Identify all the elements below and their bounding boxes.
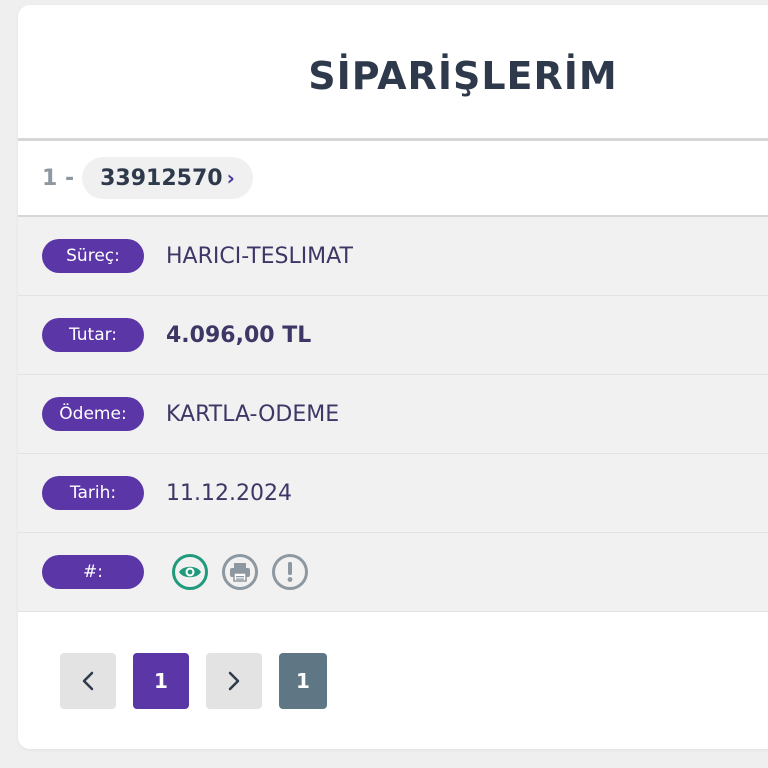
amount-value: 4.096,00 TL [166,322,312,348]
chevron-left-icon [82,671,94,691]
order-number-button[interactable]: 33912570 › [82,157,253,199]
detail-row-process: Süreç: HARICI-TESLIMAT [18,217,768,296]
next-page-button[interactable] [206,653,262,709]
action-icons [172,554,308,590]
process-value: HARICI-TESLIMAT [166,243,353,269]
orders-card: SİPARİŞLERİM 1 - 33912570 › Süreç: HARIC… [18,5,768,749]
eye-icon[interactable] [172,554,208,590]
prev-page-button[interactable] [60,653,116,709]
detail-row-actions: #: [18,533,768,612]
payment-value: KARTLA-ODEME [166,401,340,427]
chevron-right-icon: › [226,166,235,190]
date-label: Tarih: [42,476,144,510]
page-header: SİPARİŞLERİM [18,5,768,141]
process-label: Süreç: [42,239,144,273]
total-pages-badge: 1 [279,653,327,709]
current-page-button[interactable]: 1 [133,653,189,709]
order-row: 1 - 33912570 › [18,141,768,217]
detail-row-amount: Tutar: 4.096,00 TL [18,296,768,375]
actions-label: #: [42,555,144,589]
pagination: 1 1 [18,612,768,709]
chevron-right-icon [228,671,240,691]
detail-row-date: Tarih: 11.12.2024 [18,454,768,533]
amount-label: Tutar: [42,318,144,352]
order-index: 1 - [42,165,75,191]
printer-icon[interactable] [222,554,258,590]
page-title: SİPARİŞLERİM [308,53,618,98]
payment-label: Ödeme: [42,397,144,431]
detail-row-payment: Ödeme: KARTLA-ODEME [18,375,768,454]
order-number: 33912570 [100,165,223,191]
exclamation-icon[interactable] [272,554,308,590]
date-value: 11.12.2024 [166,480,292,506]
